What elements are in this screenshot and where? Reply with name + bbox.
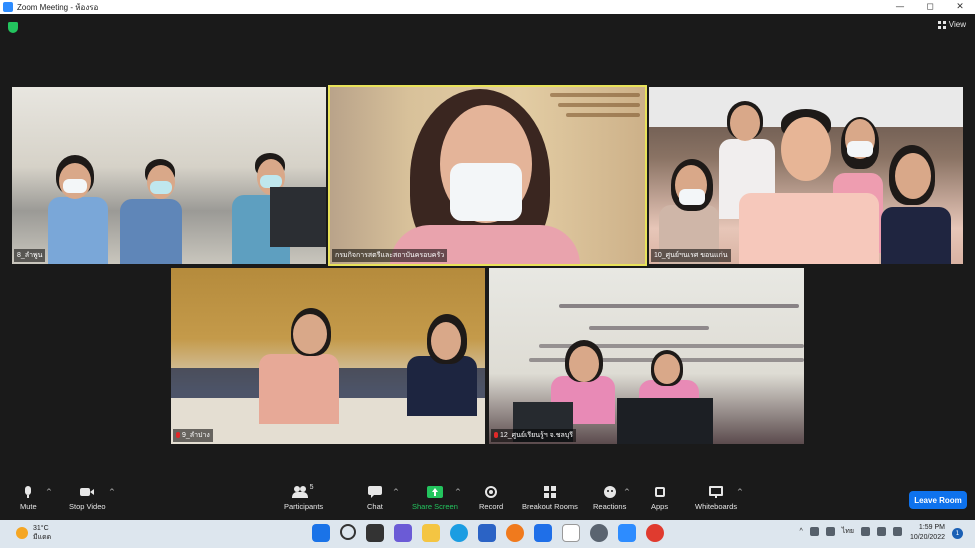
participants-count: 5	[309, 484, 314, 491]
maximize-icon[interactable]: ◻	[915, 0, 945, 14]
video-tile-3[interactable]: 10_ศูนย์ฯนเรศ ขอนแก่น	[649, 87, 963, 264]
breakout-rooms-icon	[543, 486, 557, 498]
share-screen-icon	[426, 486, 443, 498]
record-icon	[484, 486, 498, 498]
mute-button[interactable]: Mute	[20, 486, 37, 511]
dropbox-icon[interactable]	[534, 524, 552, 542]
whiteboard-icon	[709, 486, 724, 498]
minimize-icon[interactable]: —	[885, 0, 915, 14]
title-bar: Zoom Meeting - ห้องรอ — ◻ ✕	[0, 0, 975, 14]
notification-badge[interactable]: 1	[952, 528, 963, 539]
whiteboards-options-caret-icon[interactable]: ^	[737, 488, 743, 496]
battery-icon[interactable]	[893, 527, 902, 536]
share-options-caret-icon[interactable]: ^	[455, 488, 461, 496]
chevron-up-icon[interactable]: ^	[799, 528, 802, 535]
view-button[interactable]: View	[937, 20, 966, 29]
apps-button[interactable]: Apps	[651, 486, 668, 511]
close-icon[interactable]: ✕	[945, 0, 975, 14]
muted-mic-icon	[494, 432, 498, 438]
apps-icon	[653, 486, 667, 498]
volume-icon[interactable]	[877, 527, 886, 536]
participants-icon: 5	[291, 484, 316, 498]
windows-taskbar: 31°C มีแดด ^ ไทย 1:59 PM 10/20/2022 1	[0, 520, 975, 548]
windows-start-icon[interactable]	[312, 524, 330, 542]
share-screen-button[interactable]: Share Screen	[412, 486, 458, 511]
window-title: Zoom Meeting - ห้องรอ	[17, 2, 99, 12]
chat-button[interactable]: Chat	[367, 486, 383, 511]
weather-widget[interactable]: 31°C มีแดด	[16, 524, 51, 542]
edge-browser-icon[interactable]	[450, 524, 468, 542]
firefox-icon[interactable]	[506, 524, 524, 542]
zoom-app-icon	[3, 2, 13, 12]
participant-name-label: 9_ลำปาง	[173, 429, 213, 442]
video-tile-1[interactable]: 8_ลำพูน	[12, 87, 326, 264]
smiley-plus-icon	[603, 486, 617, 498]
microphone-tray-icon[interactable]	[825, 527, 835, 536]
participant-name-label: กรมกิจการสตรีและสถาบันครอบครัว	[332, 249, 448, 262]
video-tile-5[interactable]: 12_ศูนย์เรียนรู้ฯ จ.ชลบุรี	[489, 268, 804, 444]
chat-options-caret-icon[interactable]: ^	[393, 488, 399, 496]
security-shield-icon[interactable]	[8, 22, 18, 33]
leave-room-button[interactable]: Leave Room	[909, 491, 967, 509]
video-tile-4[interactable]: 9_ลำปาง	[171, 268, 485, 444]
zoom-taskbar-icon[interactable]	[618, 524, 636, 542]
language-indicator[interactable]: ไทย	[842, 526, 854, 537]
muted-mic-icon	[176, 432, 180, 438]
participants-button[interactable]: 5 Participants	[284, 484, 323, 511]
reactions-options-caret-icon[interactable]: ^	[624, 488, 630, 496]
participant-name-label: 10_ศูนย์ฯนเรศ ขอนแก่น	[651, 249, 731, 262]
meeting-area: View 8_ลำพูน กรมกิจการสตรีและสถาบันครอบค…	[0, 14, 975, 484]
clock-time: 1:59 PM	[918, 524, 945, 531]
video-tile-active-speaker[interactable]: กรมกิจการสตรีและสถาบันครอบครัว	[328, 85, 647, 266]
network-icon[interactable]	[861, 527, 870, 536]
teams-chat-icon[interactable]	[394, 524, 412, 542]
chrome-icon[interactable]	[646, 524, 664, 542]
sun-icon	[16, 527, 28, 539]
window-controls: — ◻ ✕	[885, 0, 975, 14]
whiteboards-button[interactable]: Whiteboards	[695, 486, 737, 511]
settings-gear-icon[interactable]	[590, 524, 608, 542]
reactions-button[interactable]: Reactions	[593, 486, 626, 511]
participant-name-label: 12_ศูนย์เรียนรู้ฯ จ.ชลบุรี	[491, 429, 576, 442]
microsoft-store-icon[interactable]	[478, 524, 496, 542]
weather-description: มีแดด	[33, 534, 52, 541]
grid-view-icon	[937, 20, 946, 29]
participant-name-label: 8_ลำพูน	[14, 249, 46, 262]
taskbar-clock[interactable]: 1:59 PM 10/20/2022	[910, 523, 945, 543]
stop-video-button[interactable]: Stop Video	[69, 486, 106, 511]
taskbar-apps	[312, 524, 664, 542]
record-button[interactable]: Record	[479, 486, 503, 511]
task-view-icon[interactable]	[366, 524, 384, 542]
video-camera-icon	[80, 486, 95, 498]
search-icon[interactable]	[340, 524, 356, 540]
breakout-rooms-button[interactable]: Breakout Rooms	[522, 486, 578, 511]
clock-date: 10/20/2022	[909, 534, 945, 541]
file-explorer-icon[interactable]	[422, 524, 440, 542]
microphone-icon	[21, 486, 35, 498]
chat-bubble-icon	[367, 486, 382, 498]
mute-options-caret-icon[interactable]: ^	[46, 488, 52, 496]
video-options-caret-icon[interactable]: ^	[109, 488, 115, 496]
temperature: 31°C	[33, 525, 49, 532]
sync-icon[interactable]	[809, 527, 819, 536]
amazon-icon[interactable]	[562, 524, 580, 542]
view-label: View	[948, 20, 966, 29]
meeting-toolbar: Mute ^ Stop Video ^ 5 Participants Chat …	[0, 484, 975, 520]
